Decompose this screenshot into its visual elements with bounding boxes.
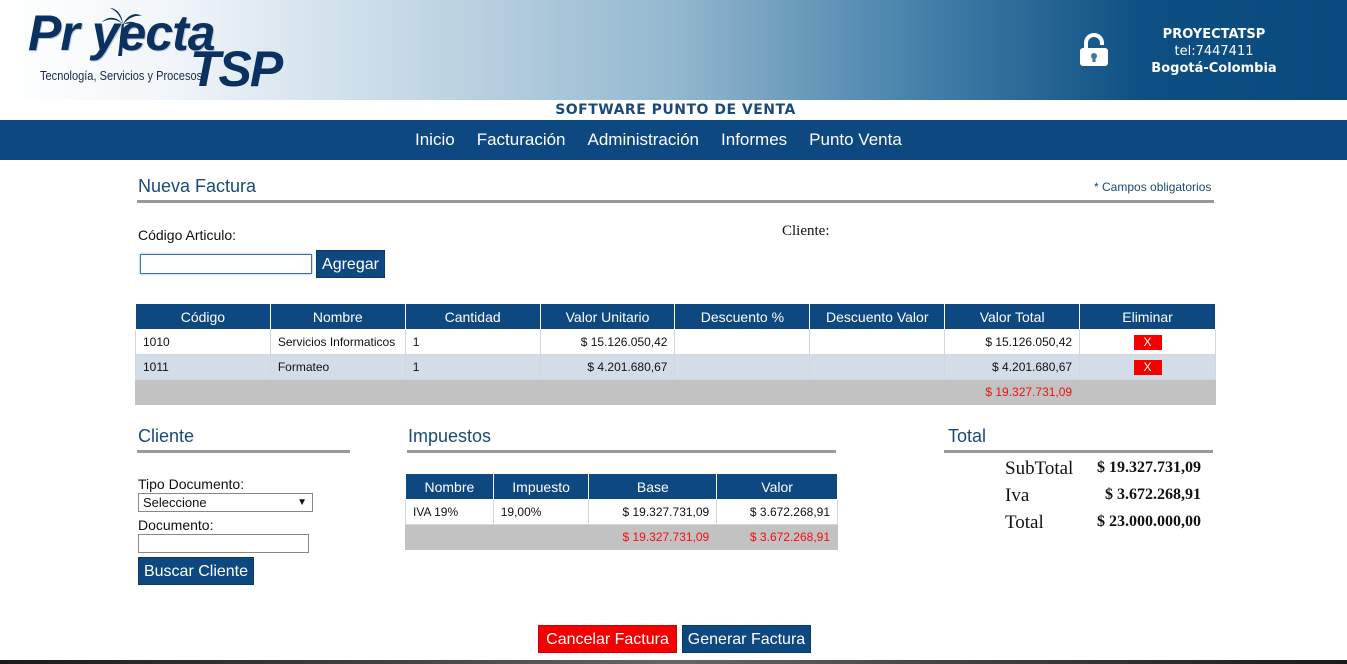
section-divider [137,200,1214,203]
total-value: $ 23.000.000,00 [1097,513,1201,530]
logo-tsp: TSP [190,41,283,97]
tipo-documento-value: Seleccione [143,495,207,510]
cell-codigo: 1011 [135,354,271,380]
header-banner: Pr yecta TSP Tecnología, Servicios y Pro… [0,0,1347,100]
col-header-base: Base [588,473,718,500]
table-row: 1010 Servicios Informaticos 1 $ 15.126.0… [135,329,1216,355]
cell-valor-unitario: $ 4.201.680,67 [539,354,676,380]
company-info: PROYECTATSP tel:7447411 Bogotá-Colombia [1128,26,1300,77]
delete-button[interactable]: X [1133,334,1162,350]
items-table: Código Nombre Cantidad Valor Unitario De… [135,303,1216,405]
col-header-eliminar: Eliminar [1079,303,1216,330]
impuestos-divider [407,450,836,453]
cell-valor: $ 3.672.268,91 [716,499,838,525]
app-subtitle: SOFTWARE PUNTO DE VENTA [555,102,796,118]
nav-item-inicio[interactable]: Inicio [404,120,466,160]
dropdown-arrow-icon: ▼ [297,497,307,508]
cell-base: $ 19.327.731,09 [588,499,718,525]
items-footer-total: $ 19.327.731,09 [944,379,1081,405]
lock-icon[interactable] [1077,33,1111,67]
col-header-descuento-valor: Descuento Valor [809,303,946,330]
impuestos-table-footer: $ 19.327.731,09 $ 3.672.268,91 [405,524,838,550]
cell-eliminar: X [1079,329,1216,355]
iva-value: $ 3.672.268,91 [1105,486,1201,503]
delete-button[interactable]: X [1133,359,1162,375]
tipo-documento-select[interactable]: Seleccione ▼ [138,493,313,512]
impuestos-footer-valor: $ 3.672.268,91 [716,524,838,550]
cell-nombre: Formateo [269,354,406,380]
cell-descuento-valor[interactable] [809,329,946,355]
section-title-nueva-factura: Nueva Factura [138,176,257,196]
cell-valor-unitario: $ 15.126.050,42 [539,329,676,355]
agregar-button[interactable]: Agregar [316,250,385,278]
total-divider [944,450,1213,453]
section-title-impuestos: Impuestos [408,426,492,446]
required-fields-note: * Campos obligatorios [1094,180,1212,194]
col-header-codigo: Código [135,303,271,330]
col-header-valor: Valor [716,473,838,500]
col-header-valor-total: Valor Total [944,303,1081,330]
cancelar-factura-button[interactable]: Cancelar Factura [538,625,677,653]
table-row: 1011 Formateo 1 $ 4.201.680,67 $ 4.201.6… [135,354,1216,380]
company-phone: tel:7447411 [1174,44,1254,59]
cell-descuento-pct[interactable] [674,354,811,380]
nav-item-facturacion[interactable]: Facturación [466,120,577,160]
codigo-articulo-label: Código Articulo: [138,227,237,243]
generar-factura-button[interactable]: Generar Factura [682,625,811,653]
cell-cantidad[interactable]: 1 [404,329,541,355]
cell-cantidad[interactable]: 1 [404,354,541,380]
iva-label: Iva [1005,485,1030,506]
total-label: Total [1005,512,1044,533]
cell-descuento-valor[interactable] [809,354,946,380]
nav-item-administracion[interactable]: Administración [577,120,711,160]
cell-impuesto: 19,00% [492,499,590,525]
table-row: IVA 19% 19,00% $ 19.327.731,09 $ 3.672.2… [405,499,838,525]
col-header-valor-unitario: Valor Unitario [539,303,676,330]
cell-codigo: 1010 [135,329,271,355]
cell-valor-total: $ 4.201.680,67 [944,354,1081,380]
company-city: Bogotá-Colombia [1151,61,1277,76]
col-header-descuento-pct: Descuento % [674,303,811,330]
documento-input[interactable] [138,534,309,553]
documento-label: Documento: [138,517,214,533]
subtotal-value: $ 19.327.731,09 [1097,459,1201,476]
cell-valor-total: $ 15.126.050,42 [944,329,1081,355]
items-table-footer: $ 19.327.731,09 [135,379,1216,405]
codigo-articulo-input[interactable] [140,254,312,274]
logo-tagline: Tecnología, Servicios y Procesos [40,68,203,83]
col-header-impuesto: Impuesto [492,473,590,500]
impuestos-table: Nombre Impuesto Base Valor IVA 19% 19,00… [405,473,838,550]
cell-eliminar: X [1079,354,1216,380]
col-header-nombre: Nombre [405,473,494,500]
cell-nombre: Servicios Informaticos [269,329,406,355]
impuestos-table-header: Nombre Impuesto Base Valor [405,473,838,500]
cliente-label: Cliente: [782,223,830,239]
nav-item-punto-venta[interactable]: Punto Venta [798,120,913,160]
cell-nombre: IVA 19% [405,499,494,525]
buscar-cliente-button[interactable]: Buscar Cliente [138,557,254,585]
nav-item-informes[interactable]: Informes [710,120,798,160]
page-bottom-border [0,660,1347,664]
palm-tree-icon [102,8,142,56]
tipo-documento-label: Tipo Documento: [138,476,245,492]
cliente-divider [137,450,350,453]
section-title-cliente: Cliente [138,426,195,446]
impuestos-footer-base: $ 19.327.731,09 [588,524,718,550]
cell-descuento-pct[interactable] [674,329,811,355]
main-navbar: Inicio Facturación Administración Inform… [0,120,1347,160]
section-title-total: Total [948,426,987,446]
col-header-cantidad: Cantidad [404,303,541,330]
col-header-nombre: Nombre [269,303,406,330]
items-table-header: Código Nombre Cantidad Valor Unitario De… [135,303,1216,330]
company-logo: Pr yecta TSP Tecnología, Servicios y Pro… [22,4,322,97]
company-name: PROYECTATSP [1162,27,1266,42]
